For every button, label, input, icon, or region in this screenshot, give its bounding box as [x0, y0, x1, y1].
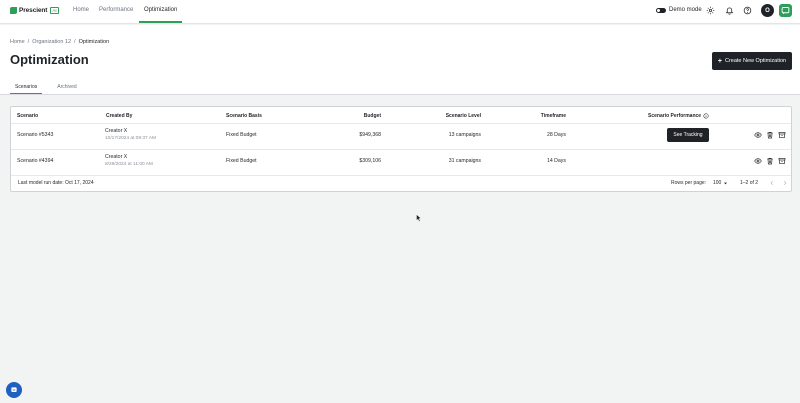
scenario-level: 31 campaigns: [448, 158, 481, 164]
footer-divider: [11, 175, 791, 176]
budget-value: $949,368: [359, 132, 381, 138]
assistant-icon[interactable]: [779, 4, 792, 17]
mouse-cursor-icon: [416, 214, 422, 222]
prescient-logo[interactable]: Prescient AI: [10, 7, 59, 14]
scenario-name[interactable]: Scenario #5343: [17, 132, 53, 138]
column-header-basis: Scenario Basis: [226, 113, 262, 119]
help-icon[interactable]: [743, 6, 752, 15]
performance-header-label: Scenario Performance: [648, 113, 702, 119]
breadcrumb-home[interactable]: Home: [10, 39, 25, 45]
column-header-level: Scenario Level: [445, 113, 481, 119]
breadcrumb-organization[interactable]: Organization 12: [32, 39, 71, 45]
budget-value: $309,106: [359, 158, 381, 164]
create-button-label: Create New Optimization: [724, 58, 787, 64]
rows-per-page-select[interactable]: 100: [713, 180, 728, 186]
timeframe-value: 28 Days: [546, 132, 566, 138]
create-new-optimization-button[interactable]: + Create New Optimization: [712, 52, 792, 70]
creator-name: Creator X: [105, 128, 128, 134]
gear-icon[interactable]: [706, 6, 715, 15]
column-header-timeframe: Timeframe: [540, 113, 566, 119]
rows-per-page-label: Rows per page:: [671, 180, 707, 186]
created-at: 8/29/2024 at 11:00 AM: [105, 162, 153, 167]
nav-performance[interactable]: Performance: [99, 7, 133, 13]
created-at: 10/17/2024 at 09:37 AM: [105, 136, 156, 141]
timeframe-value: 14 Days: [546, 158, 566, 164]
trash-icon[interactable]: [766, 131, 774, 139]
chat-icon: [11, 387, 17, 392]
tabs-divider: [0, 94, 800, 95]
info-icon[interactable]: [703, 113, 709, 119]
last-model-run-date: Last model run date: Oct 17, 2024: [18, 180, 94, 186]
archive-icon[interactable]: [778, 131, 786, 139]
breadcrumb-separator: /: [27, 39, 30, 45]
chat-launcher-button[interactable]: [6, 382, 22, 398]
chevron-left-icon[interactable]: [769, 180, 775, 186]
breadcrumb-separator: /: [74, 39, 76, 45]
scenario-basis: Fixed Budget: [226, 158, 257, 164]
bell-icon[interactable]: [725, 6, 734, 15]
demo-mode-toggle[interactable]: Demo mode: [656, 7, 702, 13]
pagination-range: 1–2 of 2: [740, 180, 759, 186]
user-avatar[interactable]: O: [761, 4, 774, 17]
rows-per-page-value: 100: [713, 180, 722, 186]
scenario-basis: Fixed Budget: [226, 132, 257, 138]
trash-icon[interactable]: [766, 157, 774, 165]
header-divider: [11, 123, 791, 124]
chevron-right-icon[interactable]: [782, 180, 788, 186]
demo-mode-label: Demo mode: [669, 7, 702, 13]
scenario-tabs: Scenarios Archived: [10, 84, 82, 94]
logo-ai-badge: AI: [50, 7, 59, 14]
creator-name: Creator X: [105, 154, 128, 160]
tab-archived[interactable]: Archived: [52, 84, 81, 94]
row-divider: [11, 149, 791, 150]
nav-home[interactable]: Home: [73, 7, 89, 13]
eye-icon[interactable]: [754, 131, 762, 139]
active-nav-indicator: [139, 21, 182, 23]
scenario-name[interactable]: Scenario #4394: [17, 158, 53, 164]
eye-icon[interactable]: [754, 157, 762, 165]
logo-text: Prescient: [19, 7, 48, 14]
tab-scenarios[interactable]: Scenarios: [10, 84, 43, 94]
logo-mark-icon: [10, 7, 17, 14]
column-header-performance: Scenario Performance: [648, 113, 709, 119]
column-header-scenario: Scenario: [17, 113, 39, 119]
archive-icon[interactable]: [778, 157, 786, 165]
page-header: Home / Organization 12 / Optimization Op…: [0, 25, 800, 95]
chevron-down-icon: [724, 182, 728, 184]
nav-optimization[interactable]: Optimization: [144, 7, 177, 13]
page-title: Optimization: [10, 52, 89, 67]
see-tracking-button[interactable]: See Tracking: [667, 128, 709, 142]
scenario-level: 13 campaigns: [448, 132, 481, 138]
plus-icon: +: [717, 57, 722, 65]
scenarios-table: Scenario Created By Scenario Basis Budge…: [10, 106, 792, 192]
toggle-switch-icon[interactable]: [656, 7, 666, 13]
breadcrumb: Home / Organization 12 / Optimization: [10, 39, 109, 45]
column-header-created-by: Created By: [106, 113, 133, 119]
column-header-budget: Budget: [363, 113, 381, 119]
breadcrumb-current: Optimization: [78, 39, 110, 45]
top-navigation: Prescient AI Home Performance Optimizati…: [0, 0, 800, 24]
